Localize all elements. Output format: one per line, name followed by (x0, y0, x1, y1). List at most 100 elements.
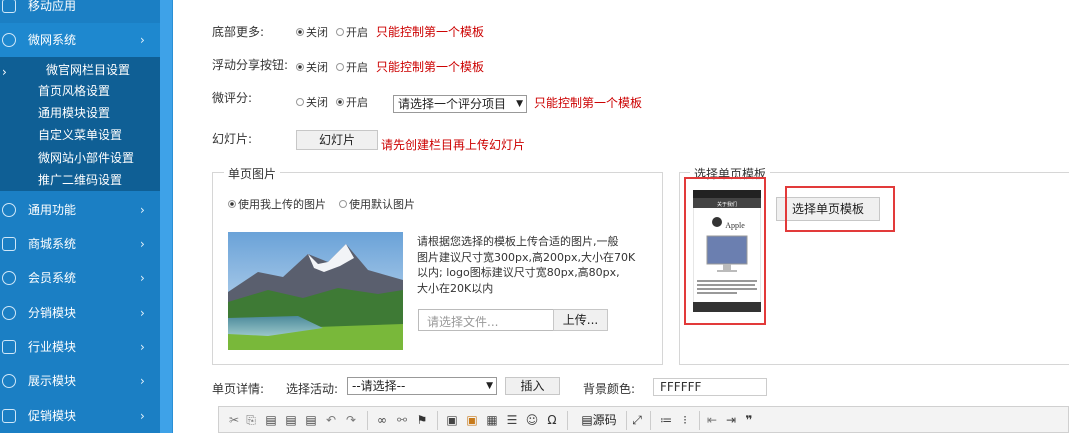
sub-item-label: 微官网栏目设置 (46, 63, 131, 77)
toolbar-separator (437, 411, 438, 430)
image-desc-line3: 以内; logo图标建议尺寸宽80px,高80px, (417, 266, 620, 279)
sub-item-home-style[interactable]: 首页风格设置 (0, 80, 160, 102)
weiwang-submenu: › 微官网栏目设置 首页风格设置 通用模块设置 自定义菜单设置 微网站小部件设置… (0, 57, 160, 191)
paste-text-icon[interactable]: ▤ (284, 413, 298, 428)
radio-label: 开启 (346, 96, 368, 109)
maximize-icon[interactable]: ⤢ (630, 413, 644, 428)
menu-promotion[interactable]: 促销模块 › (0, 399, 160, 433)
menu-weiwang-system[interactable]: 微网系统 › (0, 23, 160, 57)
menu-label: 会员系统 (28, 271, 77, 285)
menu-common-functions[interactable]: 通用功能 › (0, 193, 160, 227)
sub-item-label: 推广二维码设置 (38, 173, 123, 187)
horizontal-line-icon[interactable]: ☰ (505, 413, 519, 428)
outdent-icon[interactable]: ⇤ (705, 413, 719, 428)
menu-mobile-apps[interactable]: 移动应用 (0, 0, 160, 23)
bg-color-input[interactable]: FFFFFF (653, 378, 767, 396)
image-desc-line1: 请根据您选择的模板上传合适的图片,一般 (417, 235, 619, 248)
menu-label: 行业模块 (28, 340, 77, 354)
paste-word-icon[interactable]: ▤ (304, 413, 318, 428)
radio-label: 开启 (346, 26, 368, 39)
sub-item-common-modules[interactable]: 通用模块设置 (0, 102, 160, 124)
chevron-right-icon: › (140, 271, 145, 285)
copy-icon[interactable]: ⎘ (244, 413, 258, 428)
paste-icon[interactable]: ▤ (264, 413, 278, 428)
toolbar-separator (699, 411, 700, 430)
undo-icon[interactable]: ↶ (324, 413, 338, 428)
slideshow-button[interactable]: 幻灯片 (296, 130, 378, 150)
float-share-on-radio[interactable]: 开启 (336, 59, 368, 75)
menu-distribution[interactable]: 分销模块 › (0, 296, 160, 330)
sub-item-custom-menu[interactable]: 自定义菜单设置 (0, 124, 160, 146)
editor-toolbar: ✂ ⎘ ▤ ▤ ▤ ↶ ↷ ∞ ⚯ ⚑ ▣ ▣ ▦ ☰ ☺ Ω ▤源码 ⤢ ≔ … (218, 406, 1069, 433)
bulleted-list-icon[interactable]: ⁝ (678, 413, 692, 428)
menu-industry[interactable]: 行业模块 › (0, 330, 160, 364)
insert-button[interactable]: 插入 (505, 377, 560, 395)
detail-label: 单页详情: (212, 382, 265, 396)
special-char-icon[interactable]: Ω (545, 413, 559, 428)
link-icon[interactable]: ∞ (375, 413, 389, 428)
menu-label: 分销模块 (28, 306, 77, 320)
source-label: 源码 (592, 413, 617, 427)
menu-display[interactable]: 展示模块 › (0, 364, 160, 398)
image-icon[interactable]: ▣ (445, 413, 459, 428)
image-desc-line2: 图片建议尺寸宽300px,高200px,大小在70K (417, 251, 636, 264)
flash-icon[interactable]: ▣ (465, 413, 479, 428)
slideshow-hint: 请先创建栏目再上传幻灯片 (381, 138, 526, 152)
unlink-icon[interactable]: ⚯ (395, 413, 409, 428)
chevron-right-icon: › (140, 409, 145, 423)
radio-label: 关闭 (306, 61, 328, 74)
select-value: --请选择-- (352, 379, 406, 393)
slideshow-label: 幻灯片: (212, 132, 253, 146)
radio-label: 使用默认图片 (349, 198, 415, 211)
menu-label: 促销模块 (28, 409, 77, 423)
bg-color-value: FFFFFF (660, 380, 702, 394)
radio-label: 关闭 (306, 96, 328, 109)
menu-mall-system[interactable]: 商城系统 › (0, 227, 160, 261)
bottom-more-hint: 只能控制第一个模板 (376, 25, 485, 39)
file-placeholder: 请选择文件... (427, 315, 499, 329)
indent-icon[interactable]: ⇥ (724, 413, 738, 428)
review-on-radio[interactable]: 开启 (336, 94, 368, 110)
float-share-off-radio[interactable]: 关闭 (296, 59, 328, 75)
sub-item-column-settings[interactable]: › 微官网栏目设置 (0, 59, 160, 81)
sub-item-label: 自定义菜单设置 (38, 128, 123, 142)
sidebar-scrollbar[interactable] (160, 0, 173, 433)
numbered-list-icon[interactable]: ≔ (659, 413, 673, 428)
float-share-label: 浮动分享按钮: (212, 58, 289, 72)
highlight-box-preview (684, 177, 766, 325)
blockquote-icon[interactable]: ❞ (742, 413, 756, 428)
smiley-icon[interactable]: ☺ (525, 413, 539, 428)
redo-icon[interactable]: ↷ (344, 413, 358, 428)
file-input[interactable]: 请选择文件... (418, 309, 554, 331)
table-icon[interactable]: ▦ (485, 413, 499, 428)
bottom-more-off-radio[interactable]: 关闭 (296, 24, 328, 40)
chevron-right-icon: › (140, 237, 145, 251)
sidebar: 移动应用 微网系统 › › 微官网栏目设置 首页风格设置 通用模块设置 自定义菜… (0, 0, 160, 433)
sub-item-qrcode[interactable]: 推广二维码设置 (0, 169, 160, 191)
globe-icon (2, 33, 16, 47)
review-item-select[interactable]: 请选择一个评分项目 ▼ (393, 95, 527, 113)
anchor-flag-icon[interactable]: ⚑ (415, 413, 429, 428)
sub-item-widgets[interactable]: 微网站小部件设置 (0, 147, 160, 169)
use-default-radio[interactable]: 使用默认图片 (339, 196, 415, 212)
source-doc-icon: ▤ (581, 413, 593, 427)
chevron-right-icon: › (140, 203, 145, 217)
menu-label: 移动应用 (28, 0, 77, 13)
cut-icon[interactable]: ✂ (227, 413, 241, 428)
highlight-box-button (785, 186, 895, 232)
menu-member-system[interactable]: 会员系统 › (0, 261, 160, 295)
radio-label: 使用我上传的图片 (238, 198, 326, 211)
activity-select[interactable]: --请选择-- ▼ (347, 377, 497, 395)
radio-label: 关闭 (306, 26, 328, 39)
sub-item-label: 微网站小部件设置 (38, 151, 135, 165)
source-button[interactable]: ▤源码 (575, 413, 623, 428)
menu-label: 商城系统 (28, 237, 77, 251)
menu-label: 微网系统 (28, 33, 77, 47)
select-value: 请选择一个评分项目 (398, 97, 507, 111)
review-label: 微评分: (212, 91, 253, 105)
use-uploaded-radio[interactable]: 使用我上传的图片 (228, 196, 326, 212)
bottom-more-on-radio[interactable]: 开启 (336, 24, 368, 40)
menu-label: 展示模块 (28, 374, 77, 388)
review-off-radio[interactable]: 关闭 (296, 94, 328, 110)
upload-button[interactable]: 上传... (553, 309, 608, 331)
